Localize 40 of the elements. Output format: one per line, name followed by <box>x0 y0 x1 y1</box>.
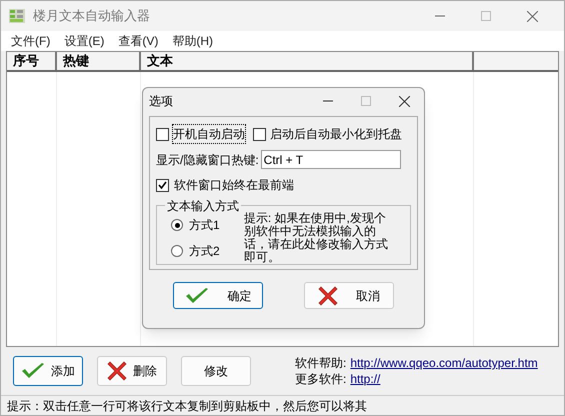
ok-button[interactable]: 确定 <box>173 282 264 309</box>
column-header[interactable]: 文本 <box>141 52 474 70</box>
checkbox-label: 启动后自动最小化到托盘 <box>270 126 402 143</box>
dialog-title: 选项 <box>149 93 173 110</box>
checkbox[interactable] <box>156 128 169 140</box>
close-icon[interactable] <box>399 96 410 106</box>
website-link[interactable]: http://www.qqeo.com/autotyper.htm <box>350 355 538 371</box>
checkmark-icon <box>21 362 45 380</box>
edit-button[interactable]: 修改 <box>181 356 251 386</box>
checkbox-label: 开机自动启动 <box>173 125 245 143</box>
radio-button[interactable] <box>171 245 183 257</box>
link-label: 更多软件: <box>295 371 346 387</box>
app-icon <box>9 9 25 23</box>
website-link[interactable]: http:// <box>350 371 380 387</box>
column-header[interactable]: 热键 <box>57 52 141 70</box>
radio-label: 方式1 <box>189 217 220 234</box>
group-title: 文本输入方式 <box>165 197 241 215</box>
menu-item[interactable]: 帮助(H) <box>172 32 213 50</box>
link-label: 软件帮助: <box>295 355 346 371</box>
delete-button[interactable]: 删除 <box>97 356 167 386</box>
hotkey-field[interactable]: Ctrl + T <box>260 150 401 169</box>
checkbox[interactable] <box>156 178 169 192</box>
radio-label: 方式2 <box>189 243 220 260</box>
radio-button[interactable] <box>171 219 183 231</box>
cross-icon <box>318 286 338 306</box>
menu-item[interactable]: 文件(F) <box>11 32 50 50</box>
checkbox[interactable] <box>253 128 266 140</box>
column-header[interactable]: 序号 <box>7 52 57 70</box>
window-title: 楼月文本自动输入器 <box>33 7 150 26</box>
add-button[interactable]: 添加 <box>13 356 83 386</box>
menu-item[interactable]: 查看(V) <box>118 32 158 50</box>
checkmark-icon <box>185 286 210 304</box>
close-icon[interactable] <box>527 10 538 22</box>
cross-icon <box>107 361 127 381</box>
cancel-button[interactable]: 取消 <box>304 282 394 309</box>
menu-item[interactable]: 设置(E) <box>64 32 104 50</box>
hint-text: 提示: 如果在使用中,发现个别软件中无法模拟输入的话，请在此处修改输入方式即可。 <box>244 212 389 264</box>
status-text: 提示：双击任意一行可将该行文本复制到剪贴板中，然后您可以将其 <box>7 398 367 414</box>
checkbox-label: 软件窗口始终在最前端 <box>174 177 294 194</box>
hotkey-label: 显示/隐藏窗口热键: <box>156 152 259 168</box>
